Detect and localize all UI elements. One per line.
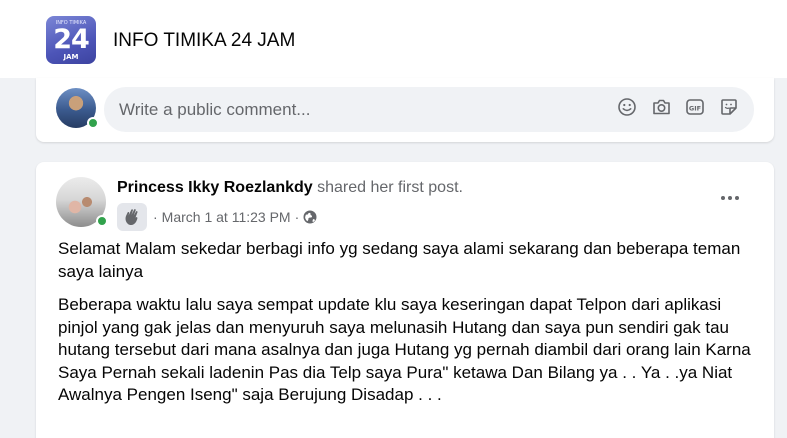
comment-actions: GIF bbox=[616, 96, 740, 118]
dot bbox=[721, 196, 725, 200]
gif-icon[interactable]: GIF bbox=[684, 96, 706, 118]
sticker-icon[interactable] bbox=[718, 96, 740, 118]
author-avatar[interactable] bbox=[56, 177, 108, 227]
online-status-dot bbox=[96, 215, 108, 227]
waving-hand-icon[interactable] bbox=[117, 203, 147, 231]
post-options-button[interactable] bbox=[712, 188, 748, 208]
svg-text:GIF: GIF bbox=[689, 104, 701, 112]
comment-composer: GIF bbox=[36, 78, 774, 142]
post-paragraph: Beberapa waktu lalu saya sempat update k… bbox=[58, 295, 751, 404]
post-timestamp[interactable]: March 1 at 11:23 PM bbox=[162, 209, 291, 225]
globe-icon bbox=[303, 210, 317, 224]
separator: · bbox=[294, 209, 300, 225]
group-header: INFO TIMIKA 24 JAM INFO TIMIKA 24 JAM bbox=[0, 0, 787, 78]
emoji-icon[interactable] bbox=[616, 96, 638, 118]
separator: · bbox=[153, 209, 158, 225]
current-user-avatar[interactable] bbox=[56, 88, 99, 129]
group-logo[interactable]: INFO TIMIKA 24 JAM bbox=[46, 16, 96, 64]
post-meta: · March 1 at 11:23 PM · bbox=[117, 203, 317, 231]
online-status-dot bbox=[87, 117, 99, 129]
author-name[interactable]: Princess Ikky Roezlankdy bbox=[117, 179, 313, 196]
dot bbox=[728, 196, 732, 200]
author-action: shared her first post. bbox=[317, 179, 463, 196]
logo-number: 24 bbox=[53, 24, 90, 55]
dot bbox=[735, 196, 739, 200]
post-paragraph: Selamat Malam sekedar berbagi info yg se… bbox=[58, 239, 741, 281]
author-line: Princess Ikky Roezlankdy shared her firs… bbox=[117, 179, 463, 197]
camera-icon[interactable] bbox=[650, 96, 672, 118]
logo-bottom-text: JAM bbox=[63, 53, 79, 61]
post-card: Princess Ikky Roezlankdy shared her firs… bbox=[36, 162, 774, 438]
group-name[interactable]: INFO TIMIKA 24 JAM bbox=[113, 30, 295, 52]
